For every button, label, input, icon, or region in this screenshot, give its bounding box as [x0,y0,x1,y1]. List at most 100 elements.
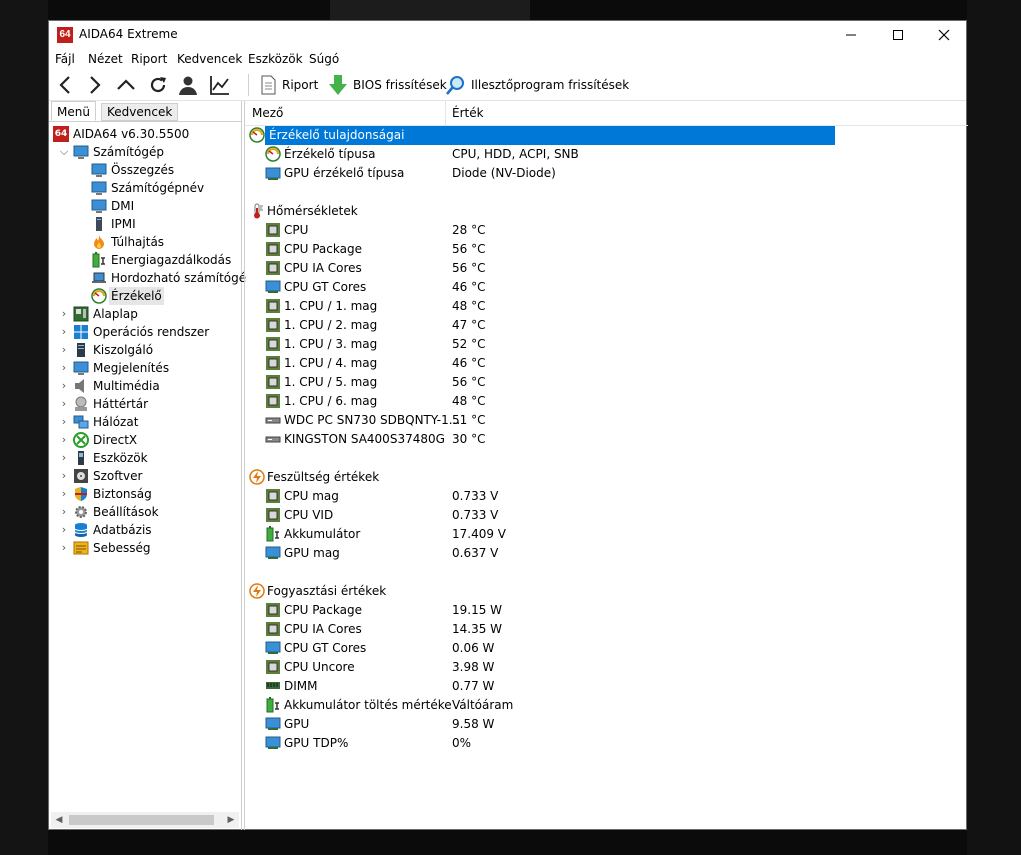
menu-view[interactable]: Nézet [88,52,123,66]
lightning-icon [249,583,265,599]
section-sensor-properties[interactable]: Érzékelő tulajdonságai [245,126,968,145]
minimize-button[interactable] [828,21,874,49]
expand-chevron-right-icon[interactable]: › [59,521,69,539]
navigation-panel: Menü Kedvencek 64 AIDA64 v6.30.5500 ⌵ Sz… [49,101,246,830]
expand-chevron-right-icon[interactable]: › [59,323,69,341]
table-row[interactable]: Akkumulátor töltés mértéke Váltóáram [245,696,968,715]
table-row[interactable]: GPU TDP% 0% [245,734,968,753]
table-row[interactable]: KINGSTON SA400S37480G 30 °C [245,430,968,449]
chart-icon[interactable] [209,74,231,96]
database-icon [74,523,88,537]
expand-chevron-right-icon[interactable]: › [59,413,69,431]
menu-file[interactable]: Fájl [55,52,75,66]
gpu-card-icon [265,167,281,180]
expand-chevron-right-icon[interactable]: › [59,305,69,323]
magnifier-icon[interactable] [445,74,467,96]
expand-chevron-right-icon[interactable]: › [59,503,69,521]
table-row[interactable]: 1. CPU / 5. mag 56 °C [245,373,968,392]
table-row[interactable]: CPU VID 0.733 V [245,506,968,525]
table-row[interactable]: CPU mag 0.733 V [245,487,968,506]
refresh-icon[interactable] [147,74,169,96]
scroll-left-icon[interactable]: ◀ [51,812,67,828]
cpu-chip-icon [266,242,280,256]
table-row[interactable]: CPU GT Cores 0.06 W [245,639,968,658]
table-row[interactable]: CPU GT Cores 46 °C [245,278,968,297]
horizontal-scrollbar[interactable]: ◀ ▶ [51,812,239,828]
column-field-header[interactable]: Mező [252,106,283,120]
expand-chevron-right-icon[interactable]: › [59,395,69,413]
section-temperatures[interactable]: Hőmérsékletek [245,202,968,221]
forward-icon[interactable] [83,74,105,96]
driver-updates-button[interactable]: Illesztőprogram frissítések [471,78,629,92]
cpu-chip-icon [266,337,280,351]
menu-tools[interactable]: Eszközök [248,52,303,66]
user-icon[interactable] [177,74,199,96]
table-row[interactable]: 1. CPU / 3. mag 52 °C [245,335,968,354]
table-row[interactable]: GPU 9.58 W [245,715,968,734]
gauge-icon [91,288,107,304]
gpu-monitor-icon [265,280,281,293]
expand-chevron-right-icon[interactable]: › [59,449,69,467]
gear-icon [75,506,87,518]
table-row[interactable]: 1. CPU / 4. mag 46 °C [245,354,968,373]
aida64-logo-icon: 64 [53,126,69,142]
expand-chevron-right-icon[interactable]: › [59,467,69,485]
scroll-right-icon[interactable]: ▶ [223,812,239,828]
report-button[interactable]: Riport [282,78,318,92]
expand-chevron-right-icon[interactable]: › [59,359,69,377]
gpu-monitor-icon [265,546,281,559]
thermometer-icon [254,203,263,219]
scrollbar-thumb[interactable] [69,815,214,825]
speaker-icon [75,379,84,393]
table-row[interactable]: GPU érzékelő típusa Diode (NV-Diode) [245,164,968,183]
table-row[interactable]: 1. CPU / 1. mag 48 °C [245,297,968,316]
section-power[interactable]: Fogyasztási értékek [245,582,968,601]
table-row[interactable]: CPU Package 56 °C [245,240,968,259]
gpu-monitor-icon [265,736,281,749]
toolbar: Riport BIOS frissítések Illesztőprogram … [49,70,966,101]
expand-chevron-right-icon[interactable]: › [59,539,69,557]
cpu-chip-icon [266,261,280,275]
drive-icon [265,417,281,424]
maximize-button[interactable] [875,21,921,49]
expand-chevron-right-icon[interactable]: › [59,485,69,503]
table-row[interactable]: Érzékelő típusa CPU, HDD, ACPI, SNB [245,145,968,164]
tab-menu[interactable]: Menü [51,101,96,121]
table-row[interactable]: DIMM 0.77 W [245,677,968,696]
background-decoration [330,0,530,20]
table-row[interactable]: CPU IA Cores 14.35 W [245,620,968,639]
title-bar[interactable]: 64 AIDA64 Extreme [49,21,966,49]
table-row[interactable]: WDC PC SN730 SDBQNTY-1... 51 °C [245,411,968,430]
column-header: Mező Érték [245,101,968,126]
cpu-chip-icon [266,223,280,237]
table-row[interactable]: 1. CPU / 2. mag 47 °C [245,316,968,335]
expand-chevron-right-icon[interactable]: › [59,377,69,395]
menu-report[interactable]: Riport [131,52,167,66]
bios-updates-button[interactable]: BIOS frissítések [353,78,447,92]
back-icon[interactable] [55,74,77,96]
menu-help[interactable]: Súgó [309,52,339,66]
table-row[interactable]: CPU IA Cores 56 °C [245,259,968,278]
menu-favorites[interactable]: Kedvencek [177,52,242,66]
tab-favorites[interactable]: Kedvencek [101,103,179,121]
table-row[interactable]: CPU 28 °C [245,221,968,240]
table-row[interactable]: GPU mag 0.637 V [245,544,968,563]
expand-chevron-right-icon[interactable]: › [59,341,69,359]
download-arrow-icon[interactable] [327,74,349,96]
gauge-icon [249,127,265,143]
table-row[interactable]: CPU Uncore 3.98 W [245,658,968,677]
column-divider[interactable] [445,101,446,125]
window-title: AIDA64 Extreme [79,27,178,41]
expand-chevron-right-icon[interactable]: › [59,431,69,449]
close-button[interactable] [921,21,967,49]
section-voltages[interactable]: Feszültség értékek [245,468,968,487]
column-value-header[interactable]: Érték [452,106,484,120]
table-row[interactable]: Akkumulátor 17.409 V [245,525,968,544]
table-row[interactable]: 1. CPU / 6. mag 48 °C [245,392,968,411]
expand-chevron-down-icon[interactable]: ⌵ [59,143,69,161]
table-row[interactable]: CPU Package 19.15 W [245,601,968,620]
sensor-details-panel: Mező Érték Érzékelő tulajdonságai Érzéke… [244,101,968,830]
report-icon[interactable] [257,74,279,96]
up-icon[interactable] [115,74,137,96]
monitor-icon [91,163,107,177]
